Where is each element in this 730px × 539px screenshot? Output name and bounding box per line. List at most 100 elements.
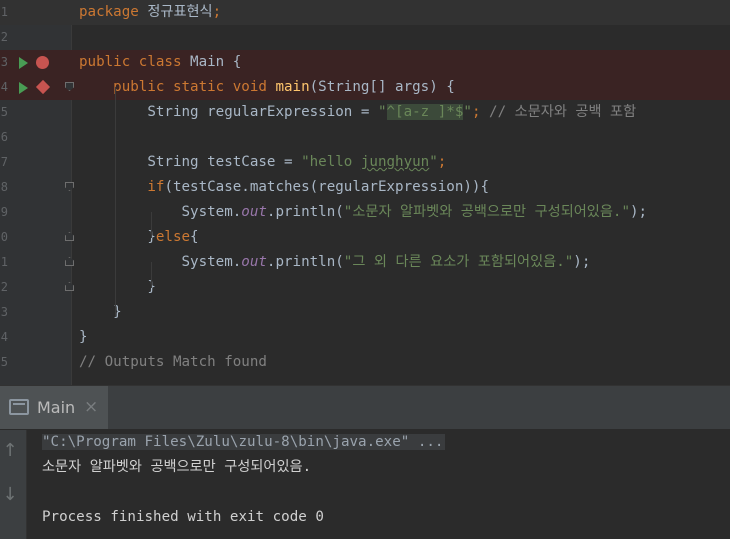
line-number: 4 bbox=[0, 80, 8, 94]
code-token: ); bbox=[630, 204, 648, 220]
indent-guide bbox=[115, 87, 116, 317]
code-token: { bbox=[190, 229, 199, 245]
console-icon bbox=[9, 399, 29, 415]
code-text: package 정규표현식; bbox=[79, 0, 221, 25]
code-token: .println( bbox=[266, 254, 344, 270]
code-line[interactable]: 9 System.out.println("소문자 알파벳와 공백으로만 구성되… bbox=[0, 200, 730, 225]
run-tool-window: Main × ↑ ↓ "C:\Program Files\Zulu\zulu-8… bbox=[0, 385, 730, 539]
line-number: 5 bbox=[0, 105, 8, 119]
code-token: ; bbox=[471, 104, 490, 120]
run-gutter-icon[interactable] bbox=[19, 82, 28, 94]
code-text: if(testCase.matches(regularExpression)){ bbox=[79, 175, 489, 200]
code-text: } bbox=[79, 325, 88, 350]
code-token: } bbox=[79, 279, 156, 295]
console-text: 소문자 알파벳와 공백으로만 구성되어있음. bbox=[42, 459, 312, 475]
code-token: public class bbox=[79, 54, 191, 70]
code-token: 정규표현식 bbox=[147, 4, 213, 20]
code-token: "그 외 다른 요소가 포함되어있음." bbox=[343, 254, 574, 270]
code-token: if bbox=[147, 179, 165, 195]
run-side-toolbar: ↑ ↓ bbox=[0, 430, 27, 539]
line-number: 6 bbox=[0, 130, 8, 144]
code-line[interactable]: 3 } bbox=[0, 300, 730, 325]
scroll-down-icon[interactable]: ↓ bbox=[0, 484, 20, 505]
indent-guide bbox=[151, 212, 152, 238]
line-number: 5 bbox=[0, 355, 8, 369]
line-number: 3 bbox=[0, 55, 8, 69]
code-token: Main { bbox=[190, 54, 242, 70]
code-token: String regularExpression = bbox=[79, 104, 378, 120]
code-text: // Outputs Match found bbox=[79, 350, 267, 375]
fold-marker-icon[interactable] bbox=[65, 282, 74, 291]
tab-main-label: Main bbox=[37, 398, 76, 417]
code-token: " bbox=[463, 104, 472, 120]
breakpoint-icon[interactable] bbox=[36, 56, 49, 69]
code-text: System.out.println("소문자 알파벳와 공백으로만 구성되어있… bbox=[79, 200, 647, 225]
code-token: ^[a-z ]*$ bbox=[386, 104, 464, 120]
code-token: public static void bbox=[79, 79, 276, 95]
code-token: out bbox=[241, 254, 267, 270]
line-number: 1 bbox=[0, 255, 8, 269]
fold-marker-icon[interactable] bbox=[65, 232, 74, 241]
code-text: String testCase = "hello junghyun"; bbox=[79, 150, 446, 175]
fold-marker-icon[interactable] bbox=[65, 82, 74, 91]
code-token: } bbox=[79, 329, 88, 345]
code-token: "hello bbox=[301, 154, 361, 170]
code-line[interactable]: 2 } bbox=[0, 275, 730, 300]
code-token: .println( bbox=[266, 204, 344, 220]
code-text: } bbox=[79, 275, 156, 300]
code-token: out bbox=[241, 204, 267, 220]
code-line[interactable]: 4} bbox=[0, 325, 730, 350]
code-text: String regularExpression = "^[a-z ]*$"; … bbox=[79, 100, 636, 125]
line-number: 4 bbox=[0, 330, 8, 344]
indent-guide bbox=[151, 262, 152, 288]
tab-main[interactable]: Main × bbox=[0, 386, 108, 429]
code-token: main bbox=[275, 79, 310, 95]
code-token: } bbox=[79, 229, 156, 245]
code-text: public class Main { bbox=[79, 50, 241, 75]
code-line[interactable]: 4 public static void main(String[] args)… bbox=[0, 75, 730, 100]
code-token: ); bbox=[573, 254, 591, 270]
line-number: 3 bbox=[0, 305, 8, 319]
code-line[interactable]: 3 public class Main { bbox=[0, 50, 730, 75]
code-line[interactable]: 1 System.out.println("그 외 다른 요소가 포함되어있음.… bbox=[0, 250, 730, 275]
console-text: "C:\Program Files\Zulu\zulu-8\bin\java.e… bbox=[42, 434, 446, 450]
code-token: (testCase.matches(regularExpression)){ bbox=[164, 179, 490, 195]
fold-marker-icon[interactable] bbox=[65, 182, 74, 191]
code-line[interactable]: 7 String testCase = "hello junghyun"; bbox=[0, 150, 730, 175]
code-token: String testCase = bbox=[79, 154, 302, 170]
code-line[interactable]: 5 String regularExpression = "^[a-z ]*$"… bbox=[0, 100, 730, 125]
code-token: System. bbox=[79, 204, 242, 220]
fold-marker-icon[interactable] bbox=[65, 257, 74, 266]
method-breakpoint-icon[interactable] bbox=[35, 79, 51, 95]
console-output-line: Process finished with exit code 0 bbox=[42, 505, 324, 530]
code-line[interactable]: 2 bbox=[0, 25, 730, 50]
code-text: System.out.println("그 외 다른 요소가 포함되어있음.")… bbox=[79, 250, 590, 275]
code-token: package bbox=[79, 4, 148, 20]
code-line[interactable]: 6 bbox=[0, 125, 730, 150]
code-token: " bbox=[429, 154, 438, 170]
code-line[interactable]: 1 package 정규표현식; bbox=[0, 0, 730, 25]
code-editor[interactable]: 1 package 정규표현식; 2 3 public class Main {4 pu… bbox=[0, 0, 730, 385]
scroll-up-icon[interactable]: ↑ bbox=[0, 440, 20, 461]
close-icon[interactable]: × bbox=[84, 386, 98, 429]
code-token: else bbox=[155, 229, 191, 245]
code-token: ; bbox=[437, 154, 447, 170]
code-token: " bbox=[377, 104, 387, 120]
line-number: 1 bbox=[0, 5, 8, 19]
code-line[interactable]: 5 // Outputs Match found bbox=[0, 350, 730, 375]
console-text: Process finished with exit code 0 bbox=[42, 509, 324, 525]
code-token: ; bbox=[212, 4, 222, 20]
code-line[interactable]: 8 if(testCase.matches(regularExpression)… bbox=[0, 175, 730, 200]
line-number: 2 bbox=[0, 280, 8, 294]
run-gutter-icon[interactable] bbox=[19, 57, 28, 69]
line-number: 0 bbox=[0, 230, 8, 244]
line-number: 8 bbox=[0, 180, 8, 194]
console-command-line: "C:\Program Files\Zulu\zulu-8\bin\java.e… bbox=[42, 430, 446, 455]
line-number: 2 bbox=[0, 30, 8, 44]
code-token: junghyun bbox=[360, 154, 430, 170]
run-tab-bar: Main × bbox=[0, 386, 730, 430]
code-line[interactable]: 0 }else{ bbox=[0, 225, 730, 250]
code-text: }else{ bbox=[79, 225, 199, 250]
code-token: System. bbox=[79, 254, 242, 270]
